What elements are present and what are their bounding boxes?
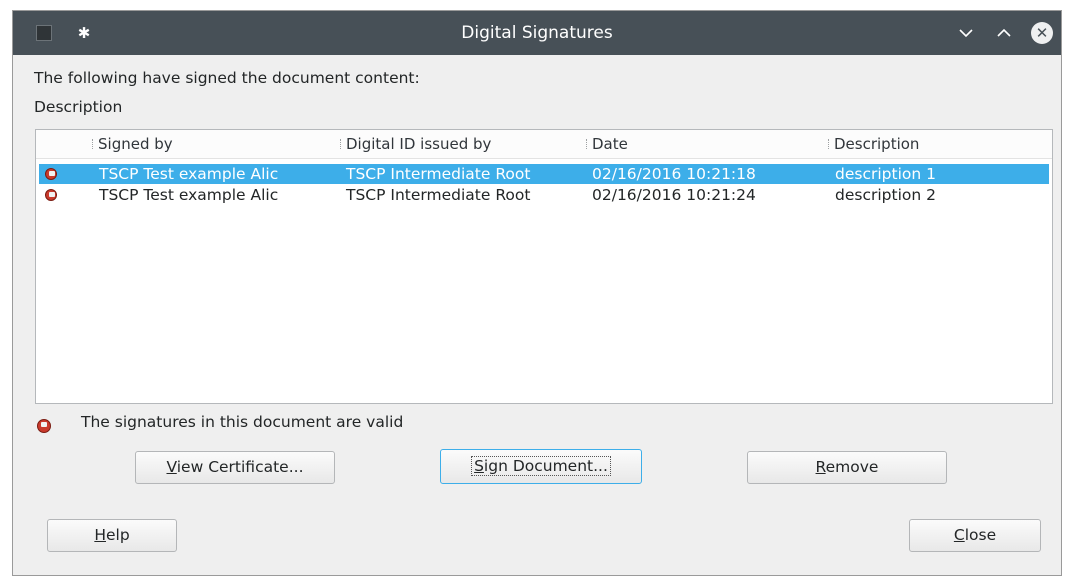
date-cell: 02/16/2016 10:21:24	[592, 186, 756, 204]
issued-by-cell: TSCP Intermediate Root	[346, 165, 531, 183]
digital-signatures-dialog: ✱ Digital Signatures ✕ The following hav…	[12, 10, 1062, 576]
description-cell: description 2	[835, 186, 936, 204]
status-text: The signatures in this document are vali…	[81, 413, 404, 431]
remove-label: emove	[825, 458, 879, 476]
signatures-list[interactable]: Signed by Digital ID issued by Date Desc…	[35, 129, 1053, 404]
signed-by-cell: TSCP Test example Alic	[99, 165, 279, 183]
mnemonic-c: C	[953, 526, 965, 544]
sign-document-button[interactable]: Sign Document...	[440, 449, 642, 484]
mnemonic-v: V	[166, 458, 177, 476]
column-header-description[interactable]: Description	[827, 130, 919, 158]
close-label: lose	[964, 526, 997, 544]
description-label: Description	[34, 98, 123, 116]
mnemonic-h: H	[94, 526, 106, 544]
description-cell: description 1	[835, 165, 936, 183]
minimize-icon[interactable]	[955, 22, 977, 44]
signature-valid-icon	[37, 419, 51, 433]
date-cell: 02/16/2016 10:21:18	[592, 165, 756, 183]
close-button[interactable]: Close	[909, 519, 1041, 552]
maximize-icon[interactable]	[993, 22, 1015, 44]
intro-text: The following have signed the document c…	[34, 69, 420, 87]
signed-by-cell: TSCP Test example Alic	[99, 186, 279, 204]
view-certificate-label: iew Certificate...	[176, 458, 304, 476]
issued-by-cell: TSCP Intermediate Root	[346, 186, 531, 204]
column-header-signed-by[interactable]: Signed by	[92, 130, 173, 158]
title-bar: ✱ Digital Signatures ✕	[13, 11, 1061, 55]
sign-document-label: ign Document...	[483, 457, 608, 475]
list-header: Signed by Digital ID issued by Date Desc…	[36, 130, 1052, 159]
mnemonic-r: R	[815, 458, 826, 476]
help-label: elp	[105, 526, 130, 544]
mnemonic-s: S	[474, 457, 484, 475]
column-header-issued-by[interactable]: Digital ID issued by	[339, 130, 491, 158]
close-window-icon[interactable]: ✕	[1031, 22, 1053, 44]
view-certificate-button[interactable]: View Certificate...	[135, 451, 335, 484]
column-header-date[interactable]: Date	[586, 130, 628, 158]
signature-icon	[45, 168, 57, 180]
signature-icon	[45, 189, 57, 201]
remove-button[interactable]: Remove	[747, 451, 947, 484]
table-row[interactable]: TSCP Test example Alic TSCP Intermediate…	[39, 164, 1049, 184]
window-title: Digital Signatures	[461, 23, 613, 43]
help-button[interactable]: Help	[47, 519, 177, 552]
table-row[interactable]: TSCP Test example Alic TSCP Intermediate…	[39, 185, 1049, 205]
